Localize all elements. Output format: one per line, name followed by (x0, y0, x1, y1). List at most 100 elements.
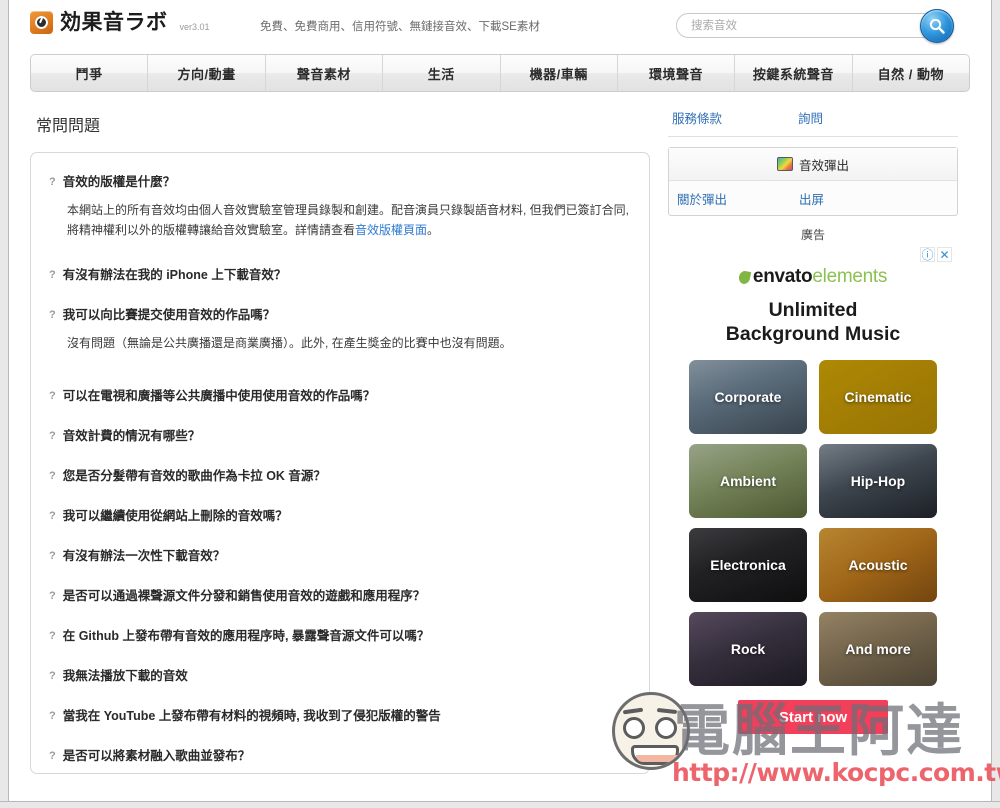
window-icon (776, 157, 793, 171)
genre-tile-electronica[interactable]: Electronica (689, 528, 807, 602)
genre-tile-and-more[interactable]: And more (819, 612, 937, 686)
nav-item-voice-material[interactable]: 聲音素材 (265, 55, 384, 91)
nav-item-environment-sound[interactable]: 環境聲音 (617, 55, 736, 91)
page-title: 常問問題 (36, 118, 101, 135)
sidebar-links: 服務條款 詢問 (668, 106, 958, 137)
faq-question-text: 我可以向比賽提交使用音效的作品嗎？ (62, 308, 276, 322)
window-frame-right (991, 0, 1000, 808)
faq-answer-text-after: 。 (427, 223, 440, 237)
faq-question-text: 有沒有辦法在我的 iPhone 上下載音效？ (62, 268, 287, 282)
nav-item-button-system-sound[interactable]: 按鍵系統聲音 (735, 55, 853, 91)
advertisement[interactable]: envato elements Unlimited Background Musi… (681, 266, 945, 734)
category-nav: 鬥爭 方向/動畫 聲音素材 生活 機器/車輛 環境聲音 按鍵系統聲音 自然 / … (30, 54, 970, 92)
faq-question[interactable]: ? 有沒有辦法在我的 iPhone 上下載音效？ (49, 266, 631, 284)
question-marker-icon: ? (49, 309, 56, 321)
ad-controls: ⓘ ✕ (668, 247, 958, 262)
faq-question[interactable]: ? 我無法播放下載的音效 (49, 667, 631, 685)
faq-question[interactable]: ? 我可以向比賽提交使用音效的作品嗎？ (49, 306, 631, 324)
faq-question-text: 我無法播放下載的音效 (62, 669, 188, 683)
genre-tile-label: Ambient (720, 473, 776, 489)
logo-text: 効果音ラボ (60, 11, 168, 34)
faq-question[interactable]: ? 是否可以將素材融入歌曲並發布？ (49, 747, 631, 765)
question-marker-icon: ? (49, 510, 56, 522)
popup-offscreen-link[interactable]: 出屏 (799, 189, 824, 208)
faq-question[interactable]: ? 音效計費的情況有哪些？ (49, 427, 631, 445)
ad-close-icon[interactable]: ✕ (937, 247, 952, 262)
question-marker-icon: ? (49, 390, 56, 402)
speaker-logo-icon (30, 11, 53, 34)
logo-version: ver3.01 (179, 22, 210, 32)
ad-info-icon[interactable]: ⓘ (920, 247, 935, 262)
genre-tile-hip-hop[interactable]: Hip-Hop (819, 444, 937, 518)
faq-question[interactable]: ? 您是否分髮帶有音效的歌曲作為卡拉 OK 音源？ (49, 467, 631, 485)
main-column: 常問問題 ? 音效的版權是什麼？ 本網站上的所有音效均由個人音效實驗室管理員錄製… (30, 106, 650, 774)
copyright-page-link[interactable]: 音效版權頁面 (355, 223, 427, 237)
faq-answer: 沒有問題（無論是公共廣播還是商業廣播）。此外, 在產生獎金的比賽中也沒有問題。 (67, 336, 512, 350)
ad-headline-line1: Unlimited (768, 299, 858, 321)
browser-page: 効果音ラボ ver3.01 免費、免費商用、信用符號、無鏈接音效、下載SE素材 … (0, 0, 1000, 808)
question-marker-icon: ? (49, 590, 56, 602)
page-content: 効果音ラボ ver3.01 免費、免費商用、信用符號、無鏈接音效、下載SE素材 … (10, 0, 990, 800)
sound-popup-widget: 音效彈出 關於彈出 出屏 (668, 147, 958, 216)
sidebar: 服務條款 詢問 音效彈出 關於彈出 出屏 廣告 ⓘ ✕ envato eleme… (668, 106, 958, 774)
genre-tiles: Corporate Cinematic Ambient Hip-Hop Elec… (681, 360, 945, 686)
faq-question-text: 我可以繼續使用從網站上刪除的音效嗎？ (62, 509, 288, 523)
nav-item-life[interactable]: 生活 (383, 55, 501, 91)
site-header: 効果音ラボ ver3.01 免費、免費商用、信用符號、無鏈接音效、下載SE素材 (10, 0, 990, 48)
genre-tile-label: Acoustic (848, 557, 908, 573)
ad-headline-line2: Background Music (725, 323, 901, 345)
nav-item-nature-animal[interactable]: 自然 / 動物 (852, 55, 969, 91)
popup-title: 音效彈出 (798, 158, 849, 173)
genre-tile-label: Rock (730, 641, 766, 657)
genre-tile-rock[interactable]: Rock (689, 612, 807, 686)
search-icon (929, 18, 945, 34)
faq-question-text: 您是否分髮帶有音效的歌曲作為卡拉 OK 音源？ (62, 469, 326, 483)
search-input[interactable] (676, 13, 938, 38)
question-marker-icon: ? (49, 670, 56, 682)
faq-question[interactable]: ? 可以在電視和廣播等公共廣播中使用使用音效的作品嗎？ (49, 387, 631, 405)
faq-panel: ? 音效的版權是什麼？ 本網站上的所有音效均由個人音效實驗室管理員錄製和創建。配… (30, 152, 650, 774)
faq-question[interactable]: ? 有沒有辦法一次性下載音效？ (49, 547, 631, 565)
envato-brand-light: elements (812, 266, 888, 287)
genre-tile-label: Corporate (714, 389, 782, 405)
popup-about-link[interactable]: 關於彈出 (669, 189, 799, 208)
question-marker-icon: ? (49, 430, 56, 442)
question-marker-icon: ? (49, 630, 56, 642)
faq-question[interactable]: ? 在 Github 上發布帶有音效的應用程序時, 暴露聲音源文件可以嗎？ (49, 627, 631, 645)
faq-question-text: 音效計費的情況有哪些？ (62, 429, 201, 443)
window-frame-bottom (0, 801, 1000, 808)
nav-item-direction-animation[interactable]: 方向/動畫 (148, 55, 266, 91)
popup-body: 關於彈出 出屏 (669, 181, 957, 215)
faq-question[interactable]: ? 音效的版權是什麼？ (49, 173, 631, 191)
popup-header[interactable]: 音效彈出 (669, 148, 957, 181)
ad-headline: Unlimited Background Music (681, 298, 945, 346)
genre-tile-label: Electronica (710, 557, 786, 573)
faq-question[interactable]: ? 當我在 YouTube 上發布帶有材料的視頻時, 我收到了侵犯版權的警告 (49, 707, 631, 725)
genre-tile-corporate[interactable]: Corporate (689, 360, 807, 434)
faq-question[interactable]: ? 是否可以通過裸聲源文件分發和銷售使用音效的遊戲和應用程序？ (49, 587, 631, 605)
faq-question-text: 是否可以通過裸聲源文件分發和銷售使用音效的遊戲和應用程序？ (62, 589, 426, 603)
question-marker-icon: ? (49, 269, 56, 281)
start-now-button[interactable]: Start now (738, 700, 888, 734)
genre-tile-label: Hip-Hop (850, 473, 906, 489)
search-button[interactable] (920, 9, 954, 43)
nav-item-machine-vehicle[interactable]: 機器/車輛 (500, 55, 618, 91)
faq-question[interactable]: ? 我可以繼續使用從網站上刪除的音效嗎？ (49, 507, 631, 525)
genre-tile-ambient[interactable]: Ambient (689, 444, 807, 518)
question-marker-icon: ? (49, 710, 56, 722)
faq-question-text: 有沒有辦法一次性下載音效？ (62, 549, 226, 563)
site-logo[interactable]: 効果音ラボ ver3.01 (30, 11, 210, 34)
nav-item-struggle[interactable]: 鬥爭 (31, 55, 149, 91)
sidebar-link-inquiry[interactable]: 詢問 (798, 108, 823, 127)
faq-question-text: 可以在電視和廣播等公共廣播中使用使用音效的作品嗎？ (62, 389, 376, 403)
genre-tile-cinematic[interactable]: Cinematic (819, 360, 937, 434)
genre-tile-label: And more (845, 641, 911, 657)
sidebar-link-terms[interactable]: 服務條款 (668, 108, 798, 127)
faq-question-text: 音效的版權是什麼？ (62, 175, 176, 189)
envato-brand-bold: envato (752, 266, 813, 287)
question-marker-icon: ? (49, 176, 56, 188)
genre-tile-acoustic[interactable]: Acoustic (819, 528, 937, 602)
faq-question-text: 是否可以將素材融入歌曲並發布？ (62, 749, 251, 763)
